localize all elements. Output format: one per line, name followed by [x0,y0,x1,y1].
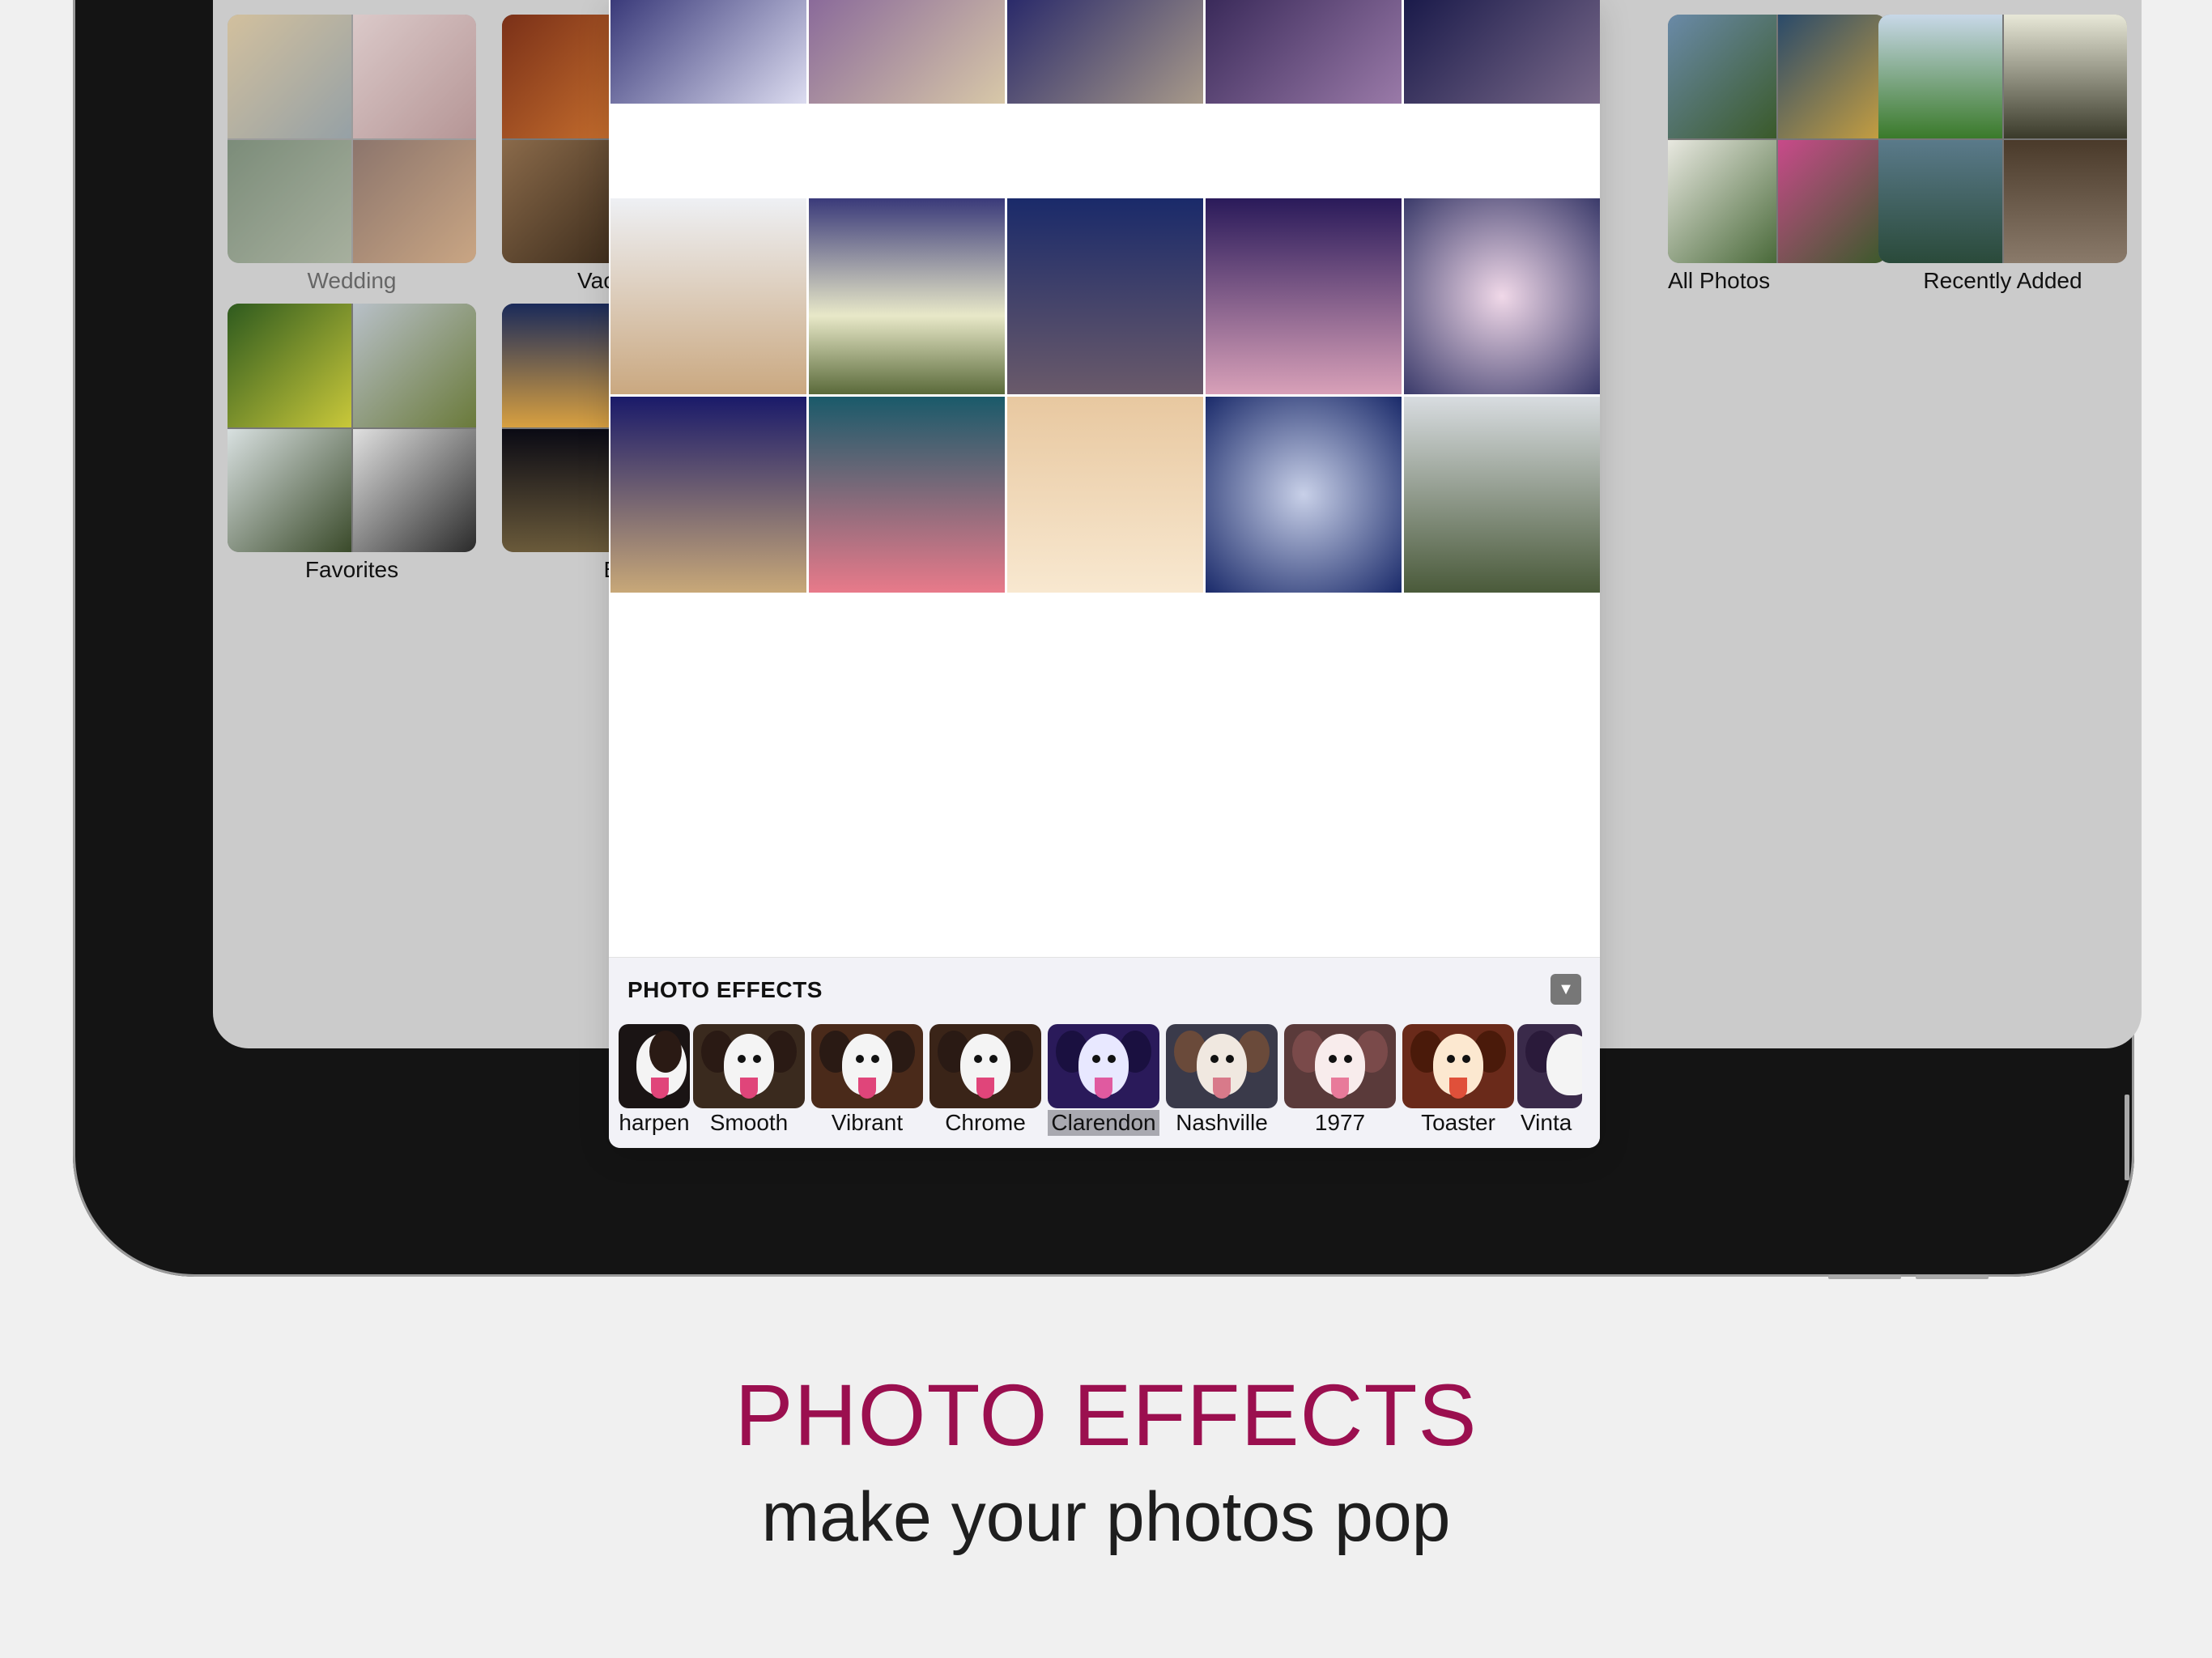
photo-thumbnail[interactable] [1007,0,1203,104]
effect-thumbnail [693,1024,805,1108]
side-button [2125,1095,2129,1180]
album-thumbnail [228,15,476,263]
photo-thumbnail[interactable] [809,0,1005,104]
photo-grid [610,0,1600,593]
album-thumbnail [228,304,476,552]
marketing-headline: PHOTO EFFECTS [734,1366,1478,1464]
photo-thumbnail[interactable] [1206,397,1402,593]
effect-label: Clarendon [1048,1110,1159,1136]
photo-thumbnail[interactable] [1206,198,1402,394]
album-label: Recently Added [1923,268,2082,293]
album-wedding[interactable]: Wedding [228,15,476,294]
effect-label: Smooth [709,1110,789,1135]
album-thumbnail [1878,15,2127,263]
album-recently-added[interactable]: Recently Added [1878,15,2127,294]
effect-thumbnail [1284,1024,1396,1108]
effect-label: Vinta [1521,1110,1572,1135]
effect-label: 1977 [1314,1110,1366,1135]
effect-thumbnail [1166,1024,1278,1108]
effect-label: Vibrant [831,1110,904,1135]
photo-thumbnail[interactable] [1404,0,1600,104]
photo-thumbnail[interactable] [1007,397,1203,593]
effect-label: Toaster [1421,1110,1495,1135]
effect-thumbnail [1517,1024,1582,1108]
photo-popover: PHOTO EFFECTS ▼ harpen Smooth Vibrant Ch… [609,0,1600,1148]
effect-toaster[interactable]: Toaster [1399,1024,1517,1137]
album-thumbnail [1668,15,1887,263]
volume-button-1 [1828,1275,1901,1279]
effect-label: harpen [619,1110,690,1135]
effect-sharpen[interactable]: harpen [619,1024,690,1137]
effect-thumbnail [1048,1024,1159,1108]
album-label: Favorites [304,557,399,582]
effect-thumbnail [929,1024,1041,1108]
album-favorites[interactable]: Favorites [228,304,476,583]
photo-thumbnail[interactable] [610,198,806,394]
effect-1977[interactable]: 1977 [1281,1024,1399,1137]
effect-smooth[interactable]: Smooth [690,1024,808,1137]
effects-panel-title: PHOTO EFFECTS [627,977,823,1002]
effect-label: Chrome [945,1110,1026,1135]
effect-chrome[interactable]: Chrome [926,1024,1044,1137]
album-label: All Photos [1668,268,1771,293]
photo-thumbnail[interactable] [610,0,806,104]
effect-nashville[interactable]: Nashville [1163,1024,1281,1137]
effect-vibrant[interactable]: Vibrant [808,1024,926,1137]
photo-effects-panel: PHOTO EFFECTS ▼ harpen Smooth Vibrant Ch… [609,957,1600,1148]
effects-strip[interactable]: harpen Smooth Vibrant Chrome Clarendon N… [619,1024,1582,1137]
photo-thumbnail[interactable] [610,397,806,593]
volume-button-2 [1916,1275,1989,1279]
photo-thumbnail[interactable] [1007,198,1203,394]
marketing-subline: make your photos pop [761,1478,1451,1556]
effect-clarendon[interactable]: Clarendon [1044,1024,1163,1137]
effect-vintage[interactable]: Vinta [1517,1024,1582,1137]
collapse-down-icon[interactable]: ▼ [1551,974,1581,1005]
photo-thumbnail[interactable] [1404,198,1600,394]
album-label: Wedding [307,268,397,293]
effect-label: Nashville [1176,1110,1268,1135]
photo-thumbnail[interactable] [1206,0,1402,104]
effect-thumbnail [619,1024,690,1108]
photo-thumbnail[interactable] [809,198,1005,394]
photo-thumbnail[interactable] [809,397,1005,593]
album-all-photos[interactable]: All Photos [1668,15,1887,294]
effect-thumbnail [811,1024,923,1108]
effect-thumbnail [1402,1024,1514,1108]
photo-thumbnail[interactable] [1404,397,1600,593]
